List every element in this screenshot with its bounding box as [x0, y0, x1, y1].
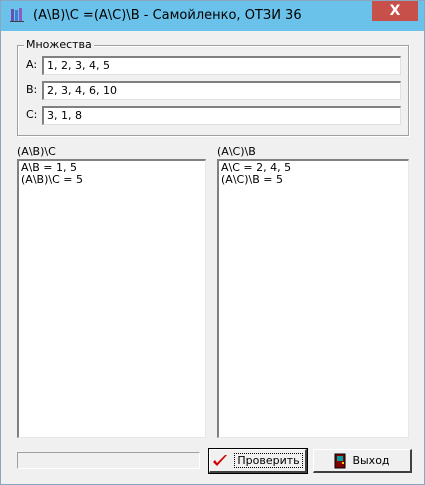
window-title: (A\B)\C =(A\C)\B - Самойленко, ОТЗИ 36 [33, 8, 302, 23]
right-result-memo[interactable]: A\C = 2, 4, 5 (A\C)\B = 5 [217, 159, 409, 438]
exit-button-label: Выход [352, 454, 390, 467]
sets-groupbox: Множества A: 1, 2, 3, 4, 5 B: 2, 3, 4, 6… [17, 38, 409, 136]
right-panel-label: (A\C)\B [217, 145, 256, 158]
checkmark-icon [213, 454, 228, 466]
status-panel [17, 452, 200, 469]
set-b-input[interactable]: 2, 3, 4, 6, 10 [42, 81, 401, 100]
sets-legend: Множества [24, 38, 94, 51]
close-icon: X [389, 3, 401, 19]
set-c-input[interactable]: 3, 1, 8 [42, 106, 401, 125]
check-button-label: Проверить [234, 453, 303, 468]
exit-button[interactable]: Выход [313, 449, 412, 473]
left-result-line: (A\B)\C = 5 [21, 173, 83, 186]
set-c-label: C: [26, 108, 38, 121]
set-b-label: B: [26, 83, 38, 96]
app-window: (A\B)\C =(A\C)\B - Самойленко, ОТЗИ 36 X… [0, 0, 425, 485]
set-a-input[interactable]: 1, 2, 3, 4, 5 [42, 56, 401, 75]
set-a-label: A: [26, 58, 38, 71]
check-button[interactable]: Проверить [208, 448, 308, 474]
app-icon [10, 8, 24, 22]
left-result-memo[interactable]: A\B = 1, 5 (A\B)\C = 5 [17, 159, 206, 438]
client-area: Множества A: 1, 2, 3, 4, 5 B: 2, 3, 4, 6… [9, 31, 416, 478]
left-panel-label: (A\B)\C [17, 145, 56, 158]
right-result-line: (A\C)\B = 5 [221, 173, 283, 186]
close-button[interactable]: X [372, 1, 418, 21]
door-exit-icon [334, 453, 346, 468]
title-bar[interactable]: (A\B)\C =(A\C)\B - Самойленко, ОТЗИ 36 X [1, 1, 424, 31]
